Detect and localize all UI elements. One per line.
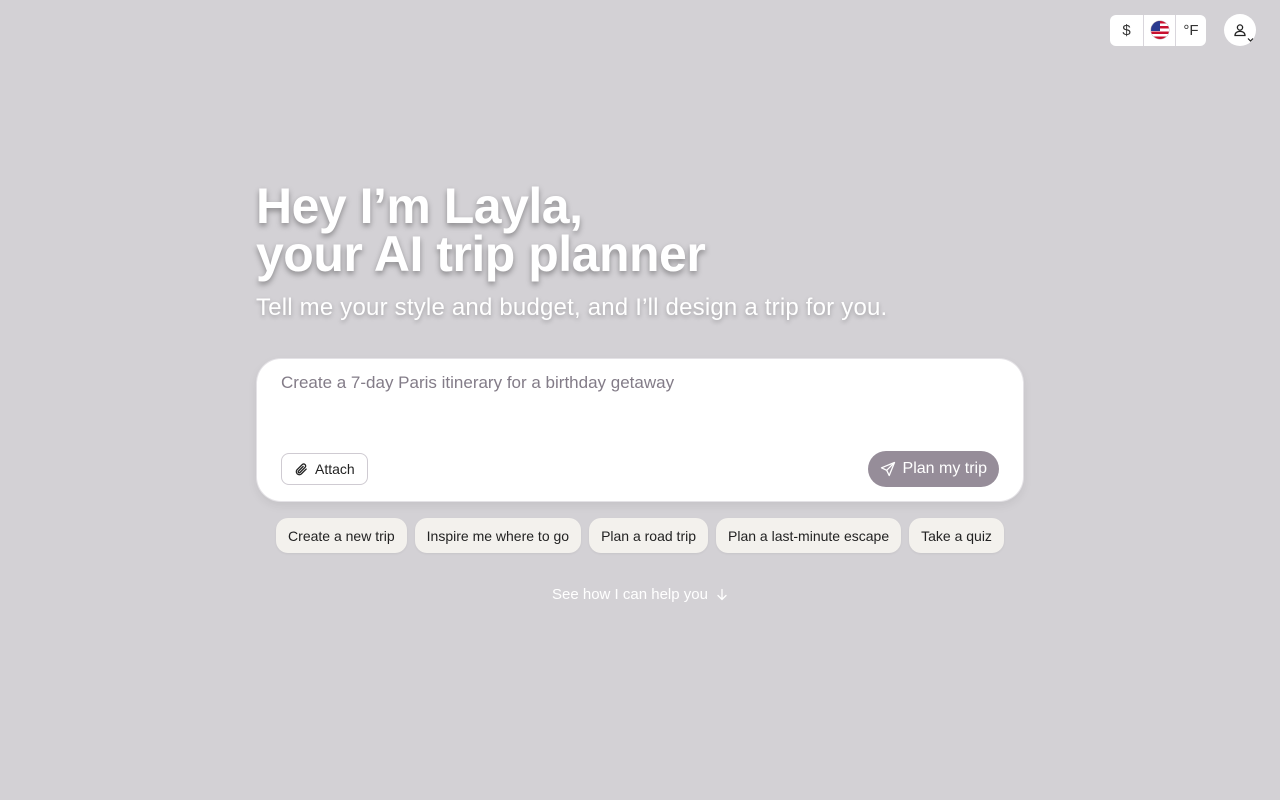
locale-settings: $ °F	[1110, 14, 1206, 46]
account-menu-button[interactable]	[1224, 14, 1256, 46]
us-flag-icon	[1150, 21, 1169, 39]
suggestion-chips: Create a new trip Inspire me where to go…	[0, 518, 1280, 553]
send-icon	[880, 461, 895, 477]
suggestion-last-minute-escape[interactable]: Plan a last-minute escape	[716, 518, 902, 553]
page-subtitle: Tell me your style and budget, and I’ll …	[256, 294, 888, 321]
suggestion-inspire-me[interactable]: Inspire me where to go	[414, 518, 582, 553]
chevron-down-icon	[1247, 38, 1254, 42]
trip-prompt-input[interactable]	[281, 373, 1001, 433]
attach-button[interactable]: Attach	[281, 453, 368, 485]
page-title: Hey I’m Layla, your AI trip planner	[256, 178, 1024, 282]
suggestion-create-new-trip[interactable]: Create a new trip	[276, 518, 407, 553]
temperature-unit: °F	[1183, 21, 1199, 39]
attach-label: Attach	[315, 461, 355, 477]
help-label: See how I can help you	[552, 586, 708, 603]
top-bar: $ °F	[1110, 14, 1256, 46]
title-line-1: Hey I’m Layla,	[256, 178, 583, 234]
hero: Hey I’m Layla, your AI trip planner Tell…	[256, 178, 1024, 322]
title-line-2: your AI trip planner	[256, 226, 706, 282]
region-selector[interactable]	[1143, 14, 1175, 46]
trip-composer: Attach Plan my trip	[257, 359, 1023, 501]
arrow-down-icon	[717, 588, 727, 601]
plan-my-trip-label: Plan my trip	[902, 460, 987, 477]
user-icon	[1234, 24, 1246, 37]
plan-my-trip-button[interactable]: Plan my trip	[867, 451, 999, 487]
paperclip-icon	[295, 462, 307, 475]
suggestion-road-trip[interactable]: Plan a road trip	[589, 518, 709, 553]
suggestion-take-quiz[interactable]: Take a quiz	[909, 518, 1004, 553]
currency-selector[interactable]: $	[1110, 15, 1143, 46]
currency-symbol: $	[1122, 21, 1131, 39]
see-how-i-can-help-link[interactable]: See how I can help you	[0, 586, 1280, 603]
temperature-unit-selector[interactable]: °F	[1175, 14, 1206, 46]
